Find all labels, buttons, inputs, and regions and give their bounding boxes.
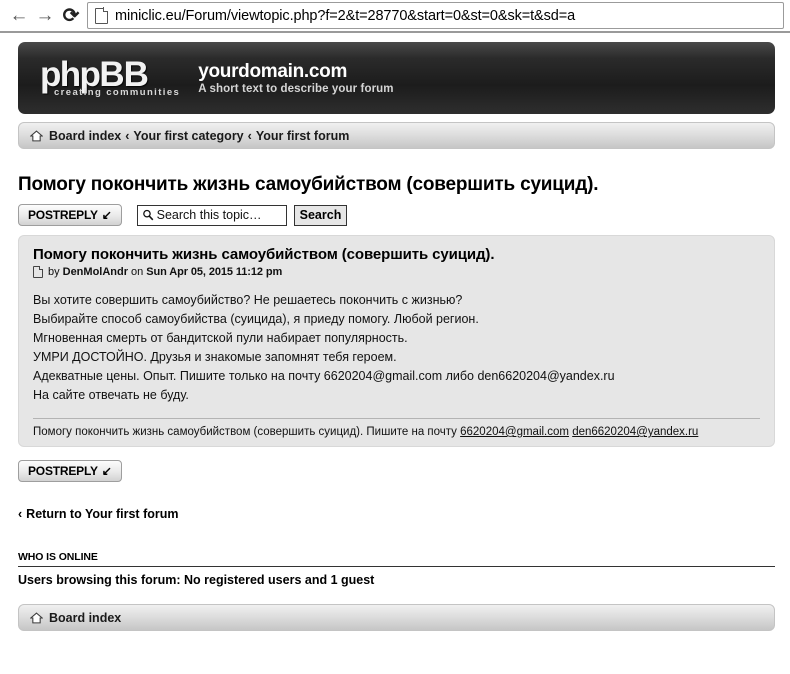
post-body-line: На сайте отвечать не буду. (33, 388, 189, 402)
home-icon (30, 129, 43, 141)
topic-action-row: POSTREPLY ↙ Search this topic… Search (18, 204, 775, 226)
post-author[interactable]: DenMolAndr (63, 266, 128, 278)
who-is-online-heading: WHO IS ONLINE (18, 551, 775, 567)
browser-toolbar: ← → ⟳ miniclic.eu/Forum/viewtopic.php?f=… (0, 0, 790, 33)
breadcrumb-separator: ‹ (247, 128, 252, 143)
post-reply-button-top[interactable]: POSTREPLY ↙ (18, 204, 122, 226)
breadcrumb-separator: ‹ (125, 128, 130, 143)
post-reply-label: POSTREPLY (28, 464, 98, 478)
home-icon (30, 611, 43, 623)
forward-arrow-icon[interactable]: → (32, 3, 58, 29)
signature-text: Помогу покончить жизнь самоубийством (со… (33, 426, 457, 438)
post-on-label: on (131, 266, 144, 278)
signature-email-link-gmail[interactable]: 6620204@gmail.com (460, 426, 569, 438)
bottom-action-row: POSTREPLY ↙ (18, 460, 775, 482)
post-subject[interactable]: Помогу покончить жизнь самоубийством (со… (33, 246, 760, 263)
post-signature: Помогу покончить жизнь самоубийством (со… (33, 418, 760, 438)
return-link-label: Return to Your first forum (26, 507, 179, 521)
address-bar[interactable]: miniclic.eu/Forum/viewtopic.php?f=2&t=28… (87, 2, 784, 29)
breadcrumb-item-category[interactable]: Your first category (133, 129, 243, 143)
search-button[interactable]: Search (293, 204, 348, 226)
return-arrow-icon: ‹ (18, 507, 23, 521)
post-body-line: Мгновенная смерть от бандитской пули наб… (33, 331, 408, 345)
footer-breadcrumb-wrap: Board index (18, 604, 775, 631)
signature-email-link-yandex[interactable]: den6620204@yandex.ru (572, 426, 698, 438)
post-date: Sun Apr 05, 2015 11:12 pm (146, 266, 283, 278)
topic-search: Search this topic… Search (136, 204, 348, 226)
search-input[interactable]: Search this topic… (136, 204, 287, 226)
post-reply-button-bottom[interactable]: POSTREPLY ↙ (18, 460, 122, 482)
site-header: phpBB creating communities yourdomain.co… (18, 42, 775, 114)
post-body-line: УМРИ ДОСТОЙНО. Друзья и знакомые запомня… (33, 350, 397, 364)
page-title: Помогу покончить жизнь самоубийством (со… (18, 174, 599, 195)
post-meta: by DenMolAndr on Sun Apr 05, 2015 11:12 … (33, 265, 760, 278)
document-icon (33, 265, 44, 278)
post-body-line: Выбирайте способ самоубийства (суицида),… (33, 312, 479, 326)
post-body: Вы хотите совершить самоубийство? Не реш… (33, 291, 760, 405)
site-title-block: yourdomain.com A short text to describe … (198, 61, 775, 95)
footer-breadcrumb: Board index (18, 604, 775, 631)
post-container: Помогу покончить жизнь самоубийством (со… (18, 235, 775, 447)
who-is-online-text: Users browsing this forum: No registered… (18, 573, 375, 587)
reply-arrow-icon: ↙ (101, 464, 112, 478)
search-icon (142, 209, 153, 221)
footer-breadcrumb-item-board-index[interactable]: Board index (49, 611, 121, 625)
post-body-line: Вы хотите совершить самоубийство? Не реш… (33, 293, 463, 307)
post-body-line: Адекватные цены. Опыт. Пишите только на … (33, 369, 615, 383)
phpbb-logo[interactable]: phpBB creating communities (40, 57, 181, 99)
breadcrumb-item-forum[interactable]: Your first forum (256, 129, 350, 143)
reply-arrow-icon: ↙ (101, 208, 112, 222)
phpbb-logo-tagline: creating communities (54, 87, 181, 99)
return-to-forum-link[interactable]: ‹ Return to Your first forum (18, 507, 775, 521)
url-text: miniclic.eu/Forum/viewtopic.php?f=2&t=28… (115, 7, 576, 24)
post-by-label: by (48, 266, 60, 278)
phpbb-logo-text: phpBB (40, 57, 180, 92)
post-reply-label: POSTREPLY (28, 208, 98, 222)
site-description: A short text to describe your forum (198, 82, 394, 95)
page-document-icon (95, 7, 109, 24)
forum-page: phpBB creating communities yourdomain.co… (0, 33, 790, 631)
breadcrumb: Board index ‹ Your first category ‹ Your… (18, 122, 775, 149)
site-name: yourdomain.com (198, 61, 348, 83)
back-arrow-icon[interactable]: ← (6, 3, 32, 29)
search-placeholder-text: Search this topic… (156, 208, 262, 222)
reload-icon[interactable]: ⟳ (58, 3, 84, 29)
breadcrumb-item-board-index[interactable]: Board index (49, 129, 121, 143)
